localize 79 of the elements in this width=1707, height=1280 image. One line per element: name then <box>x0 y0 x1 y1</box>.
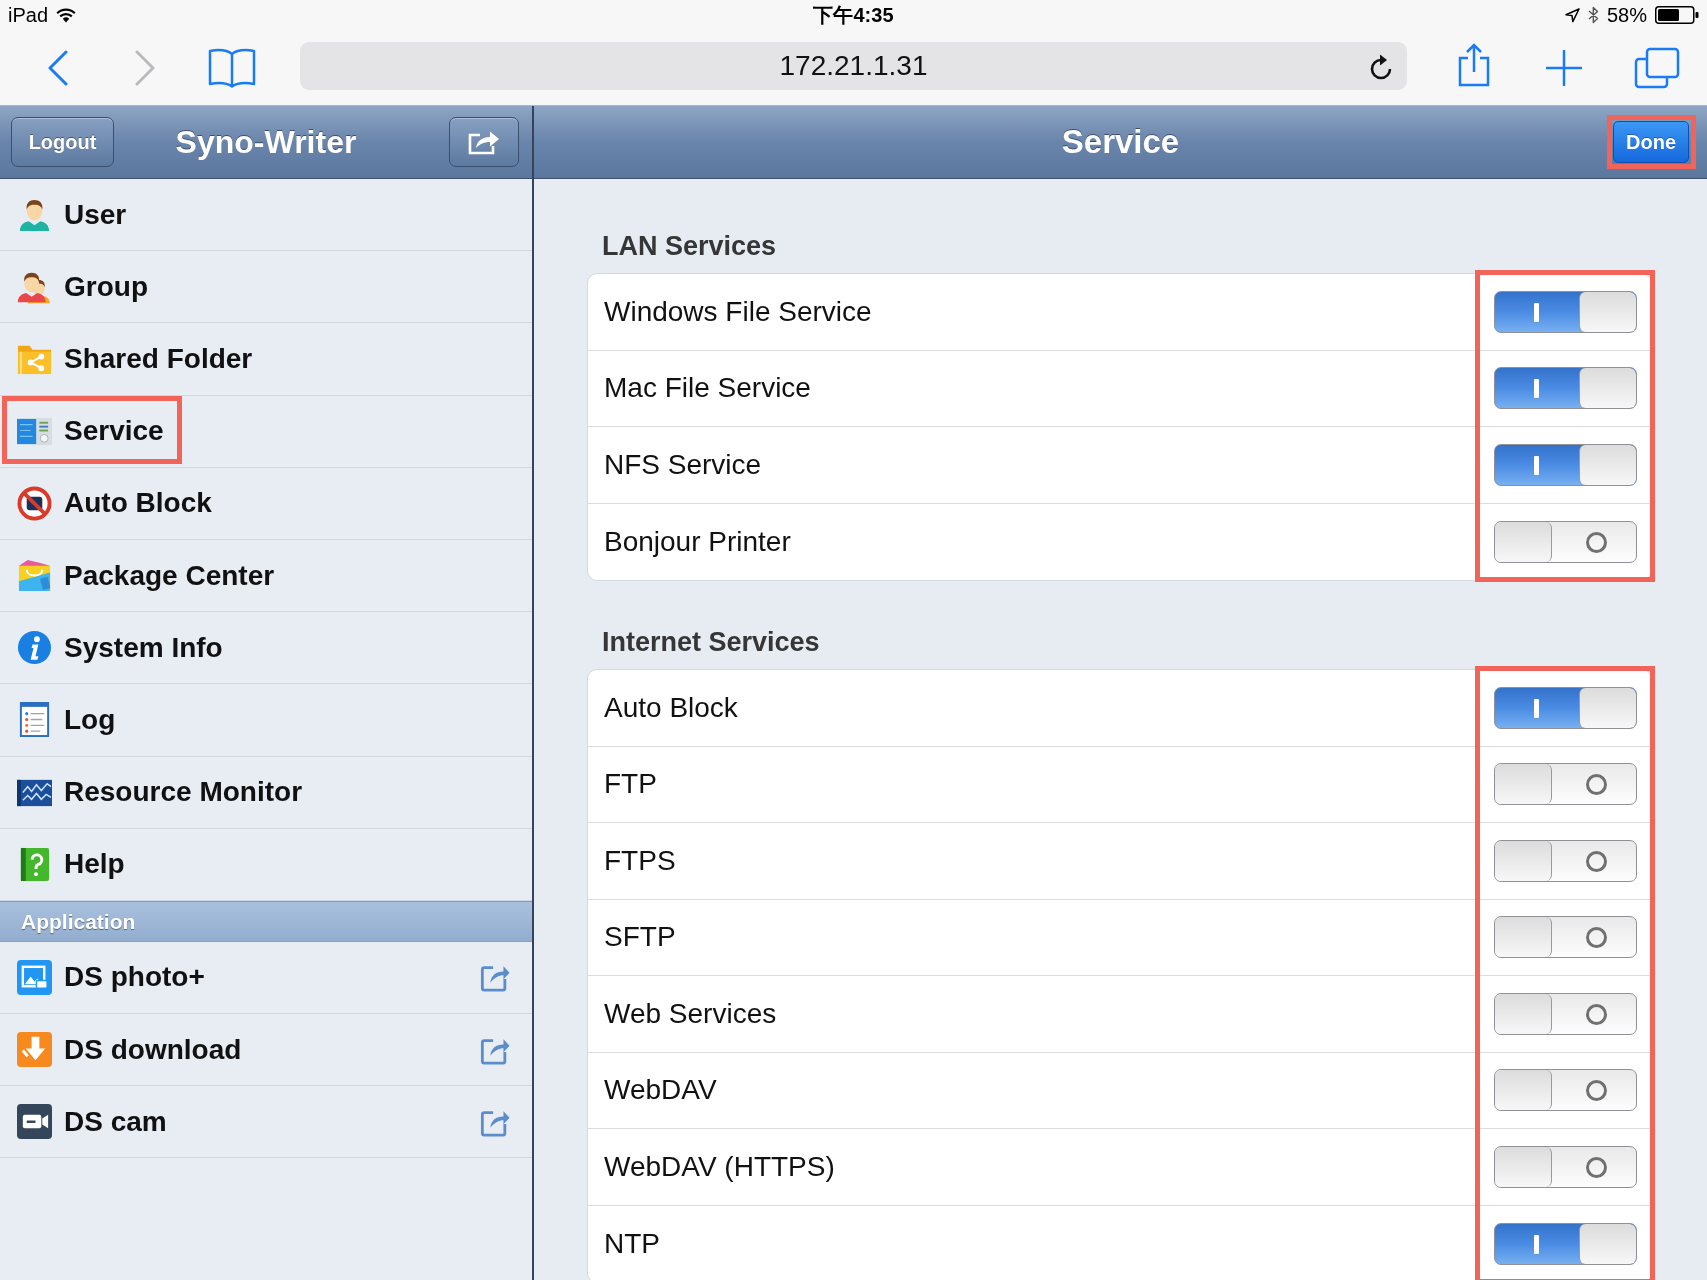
toggle-switch[interactable] <box>1494 839 1637 882</box>
sidebar-item[interactable]: Package Center <box>0 539 532 613</box>
document-list-icon <box>17 702 52 738</box>
sidebar-item[interactable]: DS download <box>0 1014 532 1087</box>
toggle-switch[interactable] <box>1494 916 1637 959</box>
setting-label: FTPS <box>604 843 677 878</box>
sidebar-item[interactable]: Log <box>0 684 532 757</box>
setting-label: Auto Block <box>604 690 739 725</box>
device-name: iPad <box>8 3 49 27</box>
section-title: Internet Services <box>601 626 821 658</box>
setting-label: SFTP <box>604 920 677 955</box>
person-icon <box>17 197 52 233</box>
section-header: Application <box>0 900 532 942</box>
setting-label: Mac File Service <box>604 371 812 406</box>
toggle-switch[interactable] <box>1494 443 1637 486</box>
toggle-switch[interactable] <box>1494 520 1637 563</box>
share-icon[interactable] <box>1457 41 1491 88</box>
toggle-switch[interactable] <box>1494 992 1637 1035</box>
sidebar-item[interactable]: System Info <box>0 612 532 685</box>
toggle-switch[interactable] <box>1494 367 1637 410</box>
sidebar-item[interactable]: Group <box>0 251 532 324</box>
ring-icon <box>1586 531 1607 553</box>
sidebar-item[interactable]: User <box>0 179 532 252</box>
setting-label: Web Services <box>604 996 778 1031</box>
wifi-icon <box>56 7 77 23</box>
ring-icon <box>1586 1156 1607 1178</box>
box-arrow-icon <box>467 129 501 155</box>
battery-icon <box>1655 6 1699 24</box>
section-title: LAN Services <box>601 230 778 262</box>
ring-icon <box>1586 1080 1607 1102</box>
toggle-switch[interactable] <box>1494 686 1637 729</box>
book-icon[interactable] <box>208 47 256 88</box>
download-icon <box>17 1032 52 1068</box>
setting-label: NFS Service <box>604 447 763 482</box>
page-title: Service <box>1061 122 1180 163</box>
sidebar-item[interactable]: Shared Folder <box>0 323 532 396</box>
ring-icon <box>1586 1003 1607 1025</box>
address-field[interactable]: 172.21.1.31 <box>300 41 1407 90</box>
sidebar-item[interactable]: Service <box>0 395 532 468</box>
sidebar-item[interactable]: Resource Monitor <box>0 756 532 829</box>
plus-icon[interactable] <box>1545 48 1583 87</box>
tabs-icon[interactable] <box>1634 46 1680 89</box>
ring-icon <box>1586 850 1607 872</box>
sidebar-item[interactable]: DS photo+ <box>0 941 532 1015</box>
toggle-switch[interactable] <box>1494 290 1637 333</box>
prohibited-icon <box>17 485 52 521</box>
info-icon <box>17 630 52 666</box>
bar-icon <box>1534 698 1539 718</box>
shopping-bag-icon <box>17 558 52 594</box>
setting-label: FTP <box>604 767 658 802</box>
setting-label: Bonjour Printer <box>604 524 792 559</box>
bar-icon <box>1534 455 1539 475</box>
setting-label: WebDAV <box>604 1073 718 1108</box>
setting-label: WebDAV (HTTPS) <box>604 1149 836 1184</box>
app-title: Syno-Writer <box>175 123 357 162</box>
logout-button[interactable]: Logout <box>11 117 114 167</box>
export-button[interactable] <box>449 117 519 167</box>
bar-icon <box>1534 379 1539 399</box>
setting-label: NTP <box>604 1226 661 1261</box>
toggle-switch[interactable] <box>1494 1222 1637 1265</box>
video-camera-icon <box>17 1104 52 1140</box>
battery-percent: 58% <box>1606 3 1647 27</box>
ring-icon <box>1586 927 1607 949</box>
toggle-switch[interactable] <box>1494 763 1637 806</box>
toggle-switch[interactable] <box>1494 1145 1637 1188</box>
toggle-switch[interactable] <box>1494 1069 1637 1112</box>
bar-icon <box>1534 1234 1539 1254</box>
chevron-left-icon[interactable] <box>47 49 69 86</box>
sidebar-item[interactable]: Help <box>0 828 532 901</box>
location-arrow-icon <box>1564 7 1580 23</box>
done-button[interactable]: Done <box>1613 121 1689 163</box>
photo-icon <box>17 959 52 995</box>
sidebar-item[interactable]: DS cam <box>0 1086 532 1159</box>
status-time: 下午4:35 <box>813 3 894 27</box>
sidebar-item[interactable]: Auto Block <box>0 467 532 540</box>
bar-icon <box>1534 302 1539 322</box>
setting-label: Windows File Service <box>604 294 873 329</box>
ring-icon <box>1586 774 1607 796</box>
bluetooth-icon <box>1587 6 1599 24</box>
